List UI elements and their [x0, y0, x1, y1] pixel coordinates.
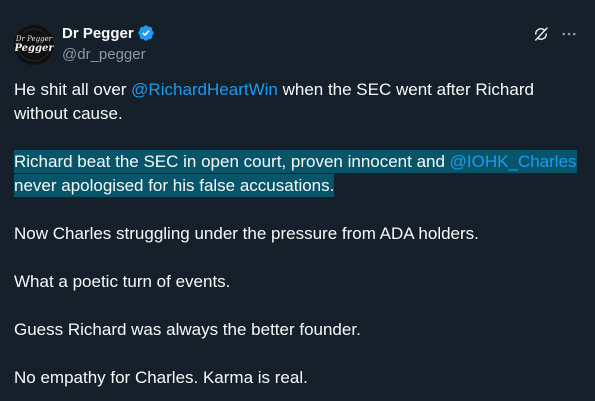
mention-link[interactable]: @RichardHeartWin [131, 80, 278, 99]
svg-text:Pegger: Pegger [14, 43, 54, 54]
tweet-card: Dr Pegger Pegger Dr Pegger @dr_pegger He… [0, 0, 595, 401]
paragraph-6: No empathy for Charles. Karma is real. [14, 368, 308, 387]
dr-pepper-logo-icon: Dr Pegger Pegger [14, 25, 54, 65]
paragraph-5: Guess Richard was always the better foun… [14, 320, 361, 339]
tweet-actions [523, 24, 579, 44]
tweet-text: He shit all over @RichardHeartWin when t… [14, 78, 579, 401]
paragraph-2-highlighted: Richard beat the SEC in open court, prov… [14, 150, 577, 197]
grok-icon [535, 27, 548, 41]
paragraph-3: Now Charles struggling under the pressur… [14, 224, 479, 243]
more-options-button[interactable] [559, 24, 579, 44]
mention-link[interactable]: @IOHK_Charles [449, 150, 577, 173]
more-options-icon [562, 32, 576, 36]
user-handle[interactable]: @dr_pegger [62, 45, 155, 65]
paragraph-4: What a poetic turn of events. [14, 272, 231, 291]
display-name[interactable]: Dr Pegger [62, 25, 134, 42]
verified-badge-icon [138, 25, 154, 41]
svg-text:Dr Pegger: Dr Pegger [15, 35, 53, 43]
author-info: Dr Pegger @dr_pegger [62, 23, 155, 65]
avatar[interactable]: Dr Pegger Pegger [14, 25, 54, 65]
paragraph-1: He shit all over @RichardHeartWin when t… [14, 80, 534, 123]
grok-button[interactable] [531, 24, 551, 44]
